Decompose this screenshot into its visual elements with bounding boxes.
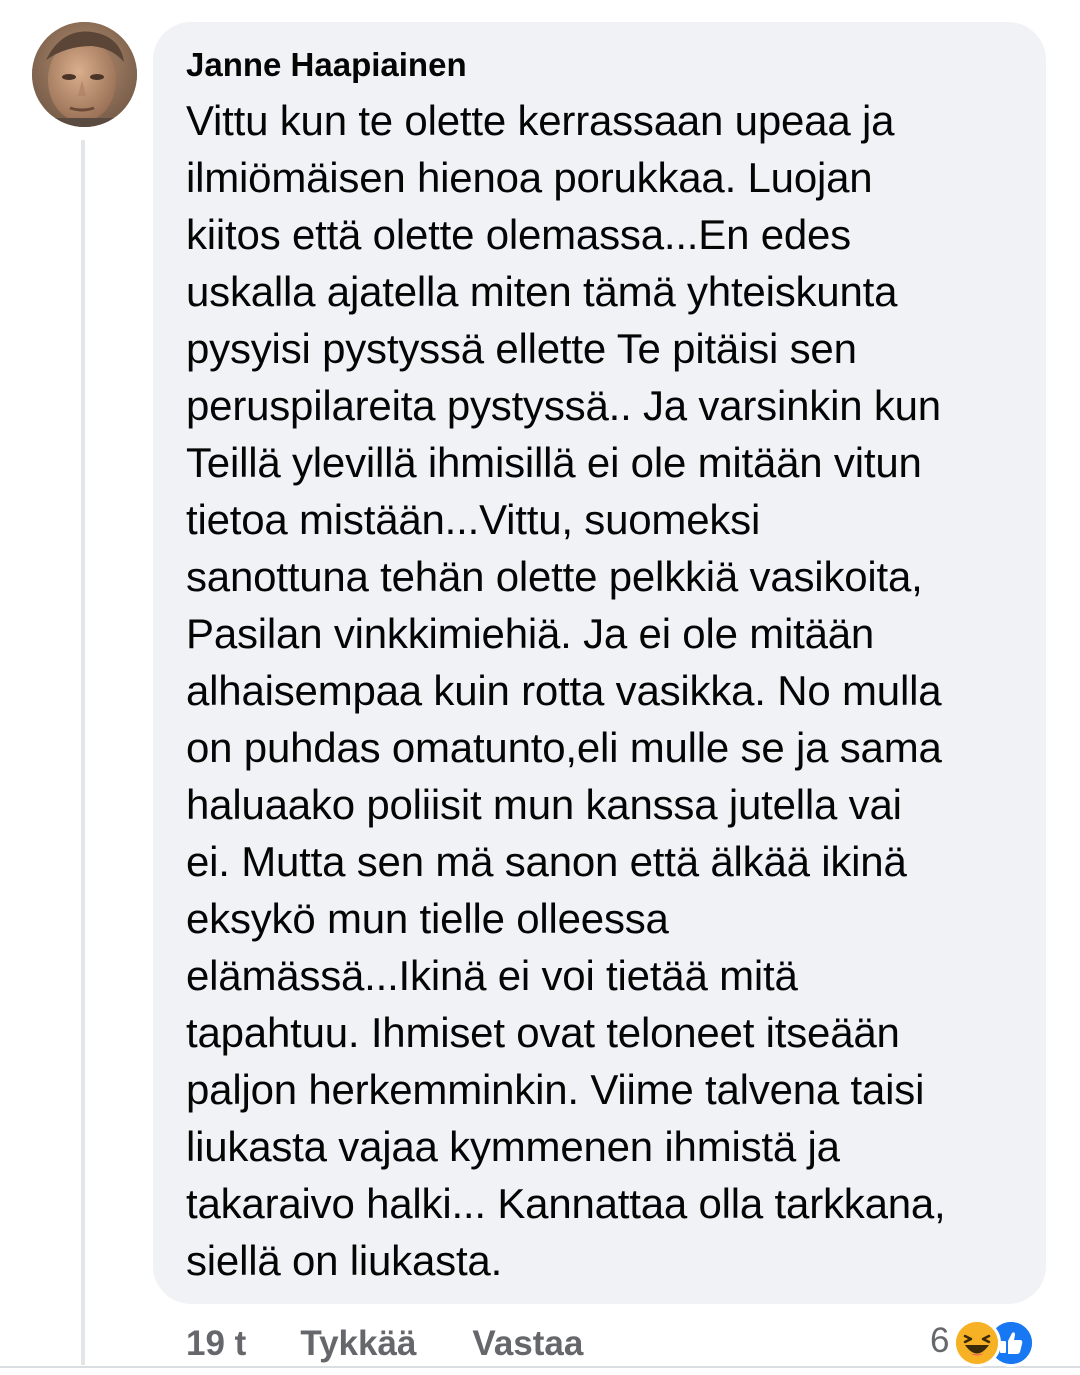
comment-timestamp[interactable]: 19 t	[186, 1324, 246, 1364]
comment-bubble: Janne Haapiainen Vittu kun te olette ker…	[153, 22, 1046, 1304]
divider	[0, 1366, 1080, 1368]
avatar-photo	[32, 22, 137, 127]
reaction-count: 6	[930, 1321, 950, 1360]
comment-actions: 19 t Tykkää Vastaa	[186, 1322, 583, 1366]
comment-page: Janne Haapiainen Vittu kun te olette ker…	[0, 0, 1080, 1375]
haha-icon	[953, 1319, 1002, 1367]
thread-line	[81, 140, 85, 1365]
comment-author[interactable]: Janne Haapiainen	[186, 42, 1026, 86]
like-button[interactable]: Tykkää	[300, 1324, 416, 1364]
reaction-icons	[953, 1316, 1039, 1367]
reply-button[interactable]: Vastaa	[472, 1324, 583, 1364]
reactions-summary[interactable]: 6	[930, 1316, 1039, 1367]
avatar[interactable]	[32, 22, 137, 127]
comment-text: Vittu kun te olette kerrassaan upeaa ja …	[186, 97, 946, 1284]
